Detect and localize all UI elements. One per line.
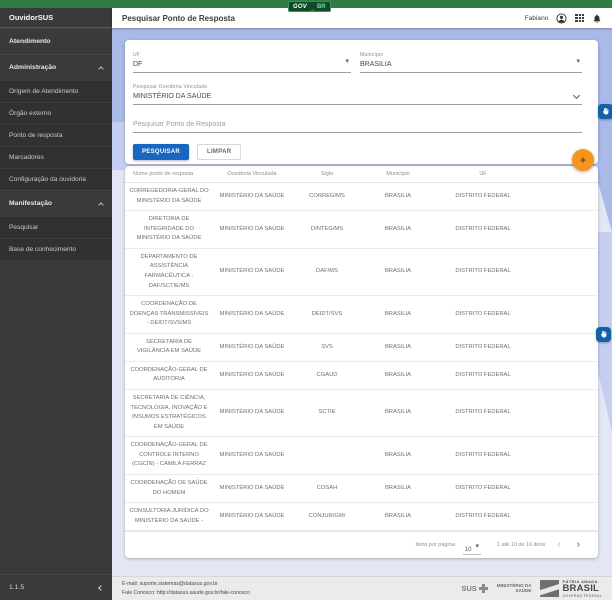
- notifications-bell-icon[interactable]: [592, 13, 602, 24]
- table-row[interactable]: COORDENAÇÃO-GERAL DE CONTROLE INTERNO (C…: [125, 437, 598, 475]
- sidebar-item-marcadores[interactable]: Marcadores: [0, 146, 112, 168]
- sidebar-group-administracao: Origem de Atendimento Órgão externo Pont…: [0, 80, 112, 190]
- govbr-badge[interactable]: GOV BR: [288, 1, 331, 12]
- results-table: Nome ponto de resposta Ouvidoria Vincula…: [125, 166, 598, 531]
- govbr-badge-gov: GOV: [293, 4, 307, 10]
- table-row[interactable]: COORDENAÇÃO DE SAÚDE DO HOMEMMINISTÉRIO …: [125, 474, 598, 502]
- table-row[interactable]: CORREGEDORIA-GERAL DO MINISTÉRIO DA SAÚD…: [125, 183, 598, 211]
- govbr-strip: GOV BR: [0, 0, 612, 8]
- sidebar-group-manifestacao: Pesquisar Base de conhecimento: [0, 216, 112, 260]
- table-row[interactable]: DIRETORIA DE INTEGRIDADE DO MINISTÉRIO D…: [125, 211, 598, 249]
- sidebar-item-pesquisar[interactable]: Pesquisar: [0, 216, 112, 238]
- ministerio-da-saude-logo: MINISTÉRIO DA SAÚDE: [497, 583, 532, 594]
- add-ponto-resposta-fab[interactable]: [572, 149, 594, 171]
- sidebar-item-base-de-conhecimento[interactable]: Base de conhecimento: [0, 238, 112, 260]
- limpar-button[interactable]: LIMPAR: [197, 144, 241, 160]
- table-row[interactable]: SECRETARIA DE CIÊNCIA, TECNOLOGIA, INOVA…: [125, 390, 598, 437]
- sidebar-item-ponto-de-resposta[interactable]: Ponto de resposta: [0, 124, 112, 146]
- governo-federal-logo: PÁTRIA AMADA BRASIL GOVERNO FEDERAL: [540, 579, 602, 597]
- uf-select[interactable]: UF DF: [133, 52, 351, 73]
- footer-contact: Fale Conosco: http://datasus.saude.gov.b…: [122, 589, 250, 597]
- sidebar-item-manifestacao[interactable]: Manifestação: [0, 190, 112, 216]
- app-version: 1.1.5: [9, 584, 24, 591]
- items-per-page-label: Itens por página: [415, 542, 454, 548]
- col-header-sigla: Sigla: [291, 166, 363, 183]
- sus-cross-icon: [479, 584, 488, 593]
- sidebar-item-orgao-externo[interactable]: Órgão externo: [0, 102, 112, 124]
- ouvidoria-vinculada-input[interactable]: Pesquisar Ouvidoria Vinculada MINISTÉRIO…: [133, 84, 582, 105]
- vlibras-hand-icon[interactable]: [598, 104, 612, 119]
- topbar: Pesquisar Ponto de Resposta Fabiano: [112, 8, 612, 28]
- footer-email: E-mail: suporte.sistemas@datasus.gov.br: [122, 580, 250, 588]
- ouvidorsus-app: GOV BR OuvidorSUS Atendimento Administra…: [0, 0, 612, 600]
- collapse-sidebar-icon[interactable]: [98, 585, 104, 591]
- app-title: OuvidorSUS: [0, 8, 112, 28]
- col-header-ouvidoria: Ouvidoria Vinculada: [213, 166, 291, 183]
- apps-grid-icon[interactable]: [575, 14, 584, 23]
- table-row[interactable]: SECRETARIA DE VIGILÂNCIA EM SAÚDEMINISTÉ…: [125, 333, 598, 361]
- table-row[interactable]: COORDENAÇÃO DE DOENÇAS TRANSMISSÍVEIS - …: [125, 296, 598, 334]
- sidebar-footer: 1.1.5: [0, 574, 112, 600]
- next-page-icon[interactable]: [573, 540, 584, 550]
- sidebar-item-origem-de-atendimento[interactable]: Origem de Atendimento: [0, 80, 112, 102]
- previous-page-icon[interactable]: [553, 540, 564, 550]
- dropdown-caret-icon: [345, 50, 349, 68]
- sidebar-item-configuracao-da-ouvidoria[interactable]: Configuração da ouvidoria: [0, 168, 112, 190]
- col-header-municipio: Município: [363, 166, 433, 183]
- sus-logo: SUS: [461, 584, 487, 593]
- page-title: Pesquisar Ponto de Resposta: [122, 14, 235, 23]
- background-shape: [598, 122, 612, 232]
- sidebar-nav: Atendimento Administração Origem de Aten…: [0, 28, 112, 260]
- pagination-range: 1 até 10 de 16 itens: [497, 542, 545, 548]
- ponto-de-resposta-input[interactable]: Pesquisar Ponto de Resposta: [133, 118, 582, 133]
- govbr-badge-br: BR: [317, 4, 326, 10]
- sidebar-item-administracao[interactable]: Administração: [0, 54, 112, 80]
- col-header-nome: Nome ponto de resposta: [125, 166, 213, 183]
- table-header-row: Nome ponto de resposta Ouvidoria Vincula…: [125, 166, 598, 183]
- table-row[interactable]: CONSULTORIA JURÍDICA DO MINISTÉRIO DA SA…: [125, 503, 598, 531]
- brazil-flag-icon: [540, 580, 559, 597]
- table-row[interactable]: COORDENAÇÃO-GERAL DE AUDITORIAMINISTÉRIO…: [125, 361, 598, 389]
- municipio-select[interactable]: Município BRASILIA: [360, 52, 582, 73]
- sidebar: OuvidorSUS Atendimento Administração Ori…: [0, 8, 112, 600]
- topbar-actions: Fabiano: [525, 13, 602, 24]
- account-icon[interactable]: [556, 13, 567, 24]
- results-table-card: Nome ponto de resposta Ouvidoria Vincula…: [125, 166, 598, 558]
- chevron-up-icon: [98, 66, 104, 72]
- chevron-up-icon: [98, 202, 104, 208]
- dropdown-caret-icon: [475, 535, 479, 553]
- footer-logos: SUS MINISTÉRIO DA SAÚDE PÁTRIA AMADA BRA…: [461, 579, 602, 597]
- table-row[interactable]: DEPARTAMENTO DE ASSISTÊNCIA FARMACÊUTICA…: [125, 248, 598, 295]
- user-name: Fabiano: [525, 15, 549, 22]
- govbr-arrow-icon: [309, 0, 315, 16]
- vlibras-hand-icon[interactable]: [596, 327, 611, 342]
- dropdown-caret-icon: [576, 50, 580, 68]
- col-header-uf: UF: [433, 166, 533, 183]
- search-filters-card: UF DF Município BRASILIA Pesquisar Ouvid…: [125, 40, 598, 164]
- footer: E-mail: suporte.sistemas@datasus.gov.br …: [112, 576, 612, 600]
- pagination-bar: Itens por página 10 1 até 10 de 16 itens: [125, 531, 598, 558]
- items-per-page-select[interactable]: 10: [463, 535, 481, 555]
- sidebar-item-atendimento[interactable]: Atendimento: [0, 28, 112, 54]
- pesquisar-button[interactable]: PESQUISAR: [133, 144, 189, 160]
